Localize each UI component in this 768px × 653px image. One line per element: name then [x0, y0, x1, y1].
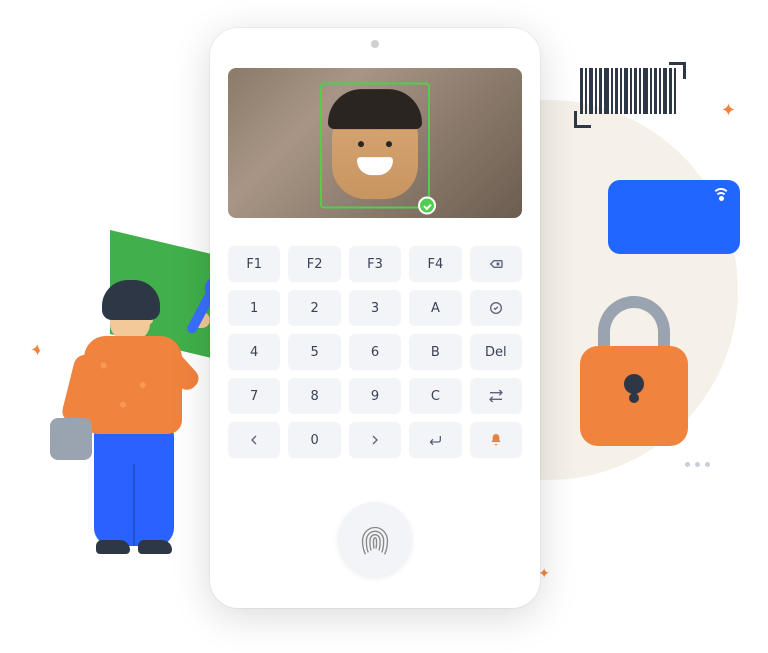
- key-f2[interactable]: F2: [288, 246, 340, 282]
- rfid-card-icon: [608, 180, 740, 254]
- key-5[interactable]: 5: [288, 334, 340, 370]
- lock-icon: [580, 296, 688, 446]
- key-del[interactable]: Del: [470, 334, 522, 370]
- key-a[interactable]: A: [409, 290, 461, 326]
- face-detection-box: [320, 83, 430, 209]
- chevron-left-icon: [246, 432, 262, 448]
- dot-decoration: [685, 462, 710, 467]
- key-9[interactable]: 9: [349, 378, 401, 414]
- shuffle-icon: [488, 388, 504, 404]
- person-illustration: [40, 220, 220, 560]
- key-0[interactable]: 0: [288, 422, 340, 458]
- key-left[interactable]: [228, 422, 280, 458]
- key-2[interactable]: 2: [288, 290, 340, 326]
- key-7[interactable]: 7: [228, 378, 280, 414]
- wifi-icon: [712, 188, 730, 206]
- face-recognition-view: [228, 68, 522, 218]
- key-3[interactable]: 3: [349, 290, 401, 326]
- key-6[interactable]: 6: [349, 334, 401, 370]
- bell-icon: [488, 432, 504, 448]
- camera-icon: [371, 40, 379, 48]
- key-right[interactable]: [349, 422, 401, 458]
- check-icon: [418, 197, 436, 215]
- fingerprint-icon: [352, 516, 398, 562]
- key-check[interactable]: [470, 290, 522, 326]
- key-1[interactable]: 1: [228, 290, 280, 326]
- key-f4[interactable]: F4: [409, 246, 461, 282]
- key-enter[interactable]: [409, 422, 461, 458]
- key-b[interactable]: B: [409, 334, 461, 370]
- key-4[interactable]: 4: [228, 334, 280, 370]
- fingerprint-sensor[interactable]: [338, 502, 412, 576]
- enter-icon: [427, 432, 443, 448]
- sparkle-icon: ✦: [538, 566, 550, 582]
- keypad: F1 F2 F3 F4 1 2 3 A 4 5 6 B Del 7 8 9 C …: [228, 246, 522, 458]
- key-8[interactable]: 8: [288, 378, 340, 414]
- check-icon: [488, 300, 504, 316]
- sparkle-icon: ✦: [721, 100, 736, 121]
- key-f1[interactable]: F1: [228, 246, 280, 282]
- chevron-right-icon: [367, 432, 383, 448]
- key-f3[interactable]: F3: [349, 246, 401, 282]
- barcode-icon: [580, 68, 676, 114]
- key-c[interactable]: C: [409, 378, 461, 414]
- key-bell[interactable]: [470, 422, 522, 458]
- access-terminal: F1 F2 F3 F4 1 2 3 A 4 5 6 B Del 7 8 9 C …: [210, 28, 540, 608]
- key-backspace[interactable]: [470, 246, 522, 282]
- key-shuffle[interactable]: [470, 378, 522, 414]
- backspace-icon: [488, 256, 504, 272]
